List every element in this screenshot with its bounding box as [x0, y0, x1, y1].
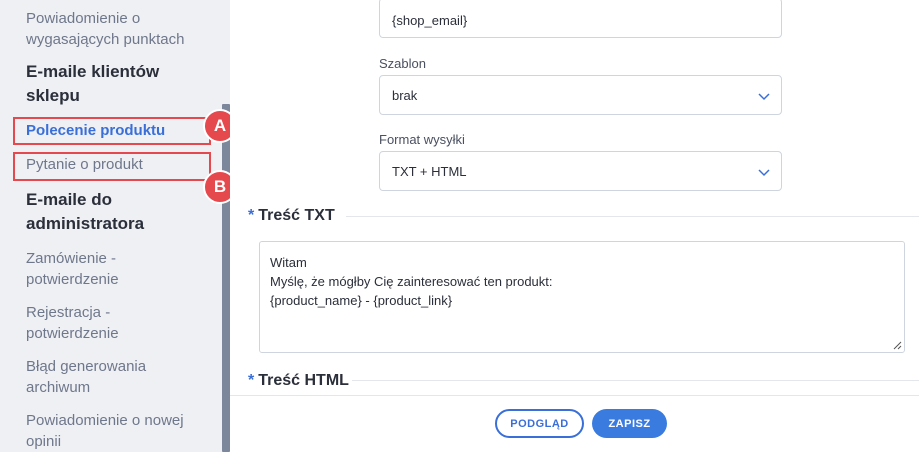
highlight-box-a	[13, 117, 211, 145]
txt-line: {product_name} - {product_link}	[270, 293, 453, 308]
template-select[interactable]: brak	[379, 75, 782, 115]
main-content: {shop_email} Szablon brak Format wysyłki…	[230, 0, 919, 395]
sidebar-heading-customer-emails: E-maile klientów sklepu	[26, 62, 160, 105]
email-field[interactable]: {shop_email}	[379, 0, 782, 38]
format-select-value: TXT + HTML	[392, 164, 467, 179]
divider	[346, 216, 919, 217]
resize-grip-icon[interactable]	[893, 341, 902, 350]
divider	[352, 380, 919, 381]
txt-line: Witam	[270, 255, 307, 270]
template-label: Szablon	[379, 56, 426, 71]
format-label: Format wysyłki	[379, 132, 465, 147]
required-asterisk: *	[248, 372, 255, 389]
txt-line: Myślę, że mógłby Cię zainteresować ten p…	[270, 274, 553, 289]
email-field-value: {shop_email}	[392, 13, 468, 28]
sidebar: Powiadomienie o wygasających punktach E-…	[0, 0, 222, 452]
preview-button[interactable]: PODGLĄD	[495, 409, 584, 438]
sidebar-scrollbar-thumb[interactable]	[222, 104, 230, 452]
sidebar-heading-admin-emails: E-maile do administratora	[26, 190, 145, 233]
txt-section-title: * Treść TXT	[248, 207, 335, 224]
footer-bar: PODGLĄD ZAPISZ	[230, 395, 919, 452]
txt-content-textarea[interactable]: Witam Myślę, że mógłby Cię zainteresować…	[259, 241, 905, 353]
sidebar-item-expiring-points[interactable]: Powiadomienie o wygasających punktach	[26, 8, 184, 50]
sidebar-item-order-confirmation[interactable]: Zamówienie - potwierdzenie	[26, 248, 119, 290]
save-button[interactable]: ZAPISZ	[592, 409, 667, 438]
sidebar-item-new-review[interactable]: Powiadomienie o nowej opinii	[26, 410, 184, 452]
sidebar-item-archive-error[interactable]: Błąd generowania archiwum	[26, 356, 146, 398]
format-select[interactable]: TXT + HTML	[379, 151, 782, 191]
html-section-title: * Treść HTML	[248, 372, 349, 389]
template-select-value: brak	[392, 88, 418, 103]
required-asterisk: *	[248, 207, 255, 224]
sidebar-item-registration-confirmation[interactable]: Rejestracja - potwierdzenie	[26, 302, 119, 344]
highlight-box-b	[13, 152, 211, 181]
chevron-down-icon	[758, 93, 770, 101]
chevron-down-icon	[758, 169, 770, 177]
